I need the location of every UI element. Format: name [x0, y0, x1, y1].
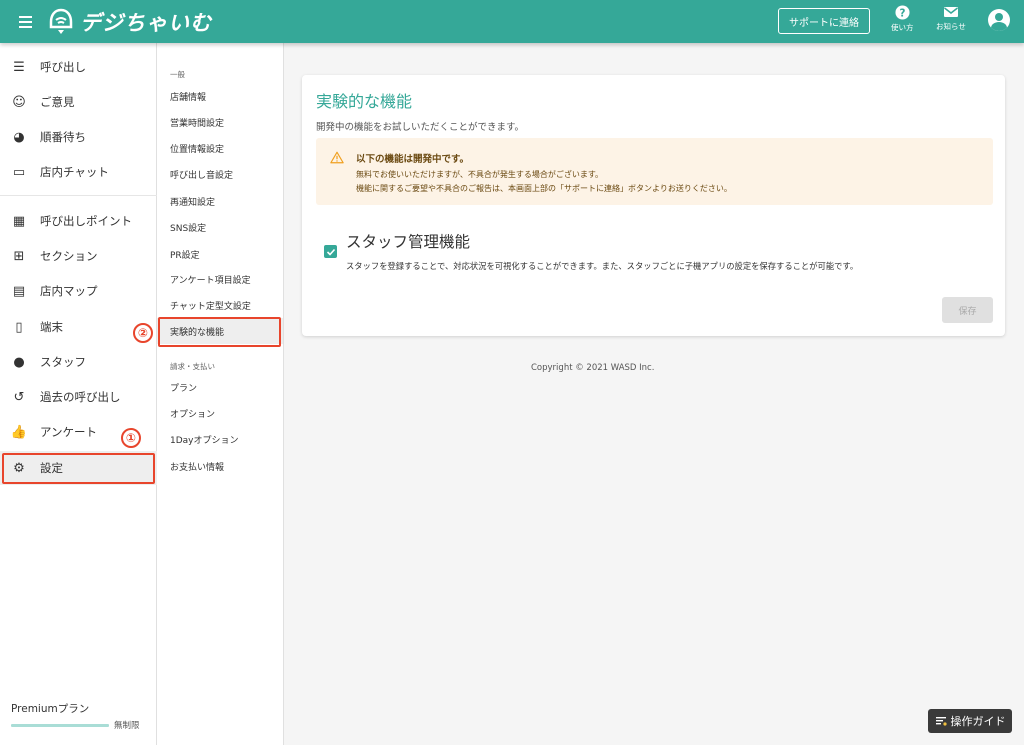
guide-icon — [935, 717, 947, 726]
app-name: デジちゃいむ — [80, 10, 212, 35]
hamburger-menu-icon[interactable] — [14, 10, 38, 34]
settings-submenu: 一般 店舗情報 営業時間設定 位置情報設定 呼び出し音設定 再通知設定 SNS設… — [157, 43, 284, 745]
submenu-item[interactable]: 呼び出し音設定 — [157, 161, 283, 187]
gear-icon: ⚙ — [13, 460, 25, 476]
history-icon: ↺ — [13, 389, 25, 405]
submenu-section-general: 一般 — [170, 70, 185, 79]
sidebar-item-label: 端末 — [40, 320, 63, 334]
page-title: 実験的な機能 — [316, 92, 413, 111]
sidebar-item-label: スタッフ — [40, 355, 86, 369]
section-icon: ⊞ — [13, 248, 25, 264]
warning-icon — [330, 151, 344, 164]
copyright: Copyright © 2021 WASD Inc. — [531, 363, 655, 373]
submenu-item[interactable]: 1Dayオプション — [157, 426, 283, 452]
operation-guide-button[interactable]: 操作ガイド — [928, 709, 1012, 733]
sidebar-item-label: 設定 — [40, 461, 63, 475]
sidebar-item-label: 順番待ち — [40, 130, 86, 144]
sidebar-item-label: セクション — [40, 249, 98, 263]
feature-title: スタッフ管理機能 — [346, 233, 471, 251]
notice-label: お知らせ — [936, 22, 966, 31]
save-button[interactable]: 保存 — [942, 297, 993, 323]
plan-name: Premiumプラン — [11, 703, 90, 715]
warning-alert: 以下の機能は開発中です。 無料でお使いいただけますが、不具合が発生する場合がござ… — [316, 138, 993, 205]
phone-icon: ▯ — [15, 319, 23, 335]
sidebar-item-label: 過去の呼び出し — [40, 390, 121, 404]
account-icon[interactable] — [988, 9, 1010, 31]
plan-usage-bar — [11, 724, 109, 727]
sidebar-item-staff[interactable]: ● スタッフ — [0, 345, 157, 379]
sidebar-item-call-points[interactable]: ▦ 呼び出しポイント — [0, 204, 157, 238]
sidebar-item-label: 店内チャット — [40, 165, 109, 179]
feedback-icon: ☺ — [12, 94, 26, 110]
submenu-item[interactable]: SNS設定 — [157, 214, 283, 240]
help-button[interactable]: ? 使い方 — [891, 5, 914, 33]
notifications-button[interactable]: お知らせ — [936, 5, 966, 32]
sidebar-item-calls[interactable]: ☰ 呼び出し — [0, 50, 157, 84]
app-logo[interactable]: デジちゃいむ — [48, 7, 212, 37]
help-label: 使い方 — [891, 23, 914, 32]
sidebar-item-label: 店内マップ — [40, 284, 98, 298]
experimental-features-card: 実験的な機能 開発中の機能をお試しいただくことができます。 以下の機能は開発中で… — [302, 75, 1005, 336]
list-icon: ☰ — [13, 59, 25, 75]
submenu-item[interactable]: アンケート項目設定 — [157, 266, 283, 292]
submenu-item[interactable]: 位置情報設定 — [157, 135, 283, 161]
submenu-item-experimental[interactable]: 実験的な機能 — [157, 318, 283, 344]
queue-icon: ◕ — [13, 129, 25, 145]
app-header: デジちゃいむ サポートに連絡 ? 使い方 お知らせ — [0, 0, 1024, 43]
sidebar: ☰ 呼び出し ☺ ご意見 ◕ 順番待ち ▭ 店内チャット ▦ 呼び出しポイント … — [0, 43, 157, 745]
guide-label: 操作ガイド — [950, 715, 1006, 728]
sidebar-item-label: 呼び出し — [40, 60, 86, 74]
submenu-item[interactable]: 再通知設定 — [157, 188, 283, 214]
sidebar-item-chat[interactable]: ▭ 店内チャット — [0, 155, 157, 189]
sidebar-item-history[interactable]: ↺ 過去の呼び出し — [0, 380, 157, 414]
step-badge-2: ② — [133, 323, 153, 343]
sidebar-item-queue[interactable]: ◕ 順番待ち — [0, 120, 157, 154]
mail-icon — [943, 7, 958, 17]
alert-line-1: 無料でお使いいただけますが、不具合が発生する場合がございます。 — [356, 170, 604, 179]
bell-logo-icon — [49, 8, 73, 34]
sidebar-divider — [0, 195, 157, 196]
sidebar-item-label: 呼び出しポイント — [40, 214, 132, 228]
contact-support-button[interactable]: サポートに連絡 — [778, 8, 870, 34]
qr-code-icon: ▦ — [12, 213, 26, 229]
submenu-item[interactable]: 営業時間設定 — [157, 109, 283, 135]
submenu-item[interactable]: チャット定型文設定 — [157, 292, 283, 318]
plan-usage-fill — [11, 724, 109, 727]
feature-description: スタッフを登録することで、対応状況を可視化することができます。また、スタッフごと… — [346, 261, 859, 271]
submenu-item[interactable]: オプション — [157, 400, 283, 426]
chat-icon: ▭ — [12, 164, 26, 180]
sidebar-item-map[interactable]: ▤ 店内マップ — [0, 274, 157, 308]
svg-text:?: ? — [899, 7, 905, 19]
sidebar-item-sections[interactable]: ⊞ セクション — [0, 239, 157, 273]
submenu-item[interactable]: お支払い情報 — [157, 453, 283, 479]
submenu-item[interactable]: PR設定 — [157, 241, 283, 267]
submenu-item[interactable]: 店舗情報 — [157, 83, 283, 109]
submenu-section-billing: 請求・支払い — [170, 362, 215, 371]
staff-management-checkbox[interactable] — [324, 245, 337, 258]
staff-icon: ● — [13, 354, 25, 370]
map-icon: ▤ — [12, 283, 26, 299]
thumb-up-icon: 👍 — [10, 424, 28, 440]
sidebar-item-label: アンケート — [40, 425, 98, 439]
alert-title: 以下の機能は開発中です。 — [356, 154, 470, 165]
step-badge-1: ① — [121, 428, 141, 448]
sidebar-item-label: ご意見 — [40, 95, 75, 109]
help-icon: ? — [895, 5, 910, 20]
sidebar-item-feedback[interactable]: ☺ ご意見 — [0, 85, 157, 119]
plan-limit: 無制限 — [114, 721, 140, 731]
page-description: 開発中の機能をお試しいただくことができます。 — [316, 122, 525, 133]
alert-line-2: 機能に関するご要望や不具合のご報告は、本画面上部の「サポートに連絡」ボタンよりお… — [356, 184, 732, 193]
check-icon — [326, 248, 335, 256]
sidebar-item-settings[interactable]: ⚙ 設定 — [0, 451, 157, 485]
submenu-item[interactable]: プラン — [157, 374, 283, 400]
